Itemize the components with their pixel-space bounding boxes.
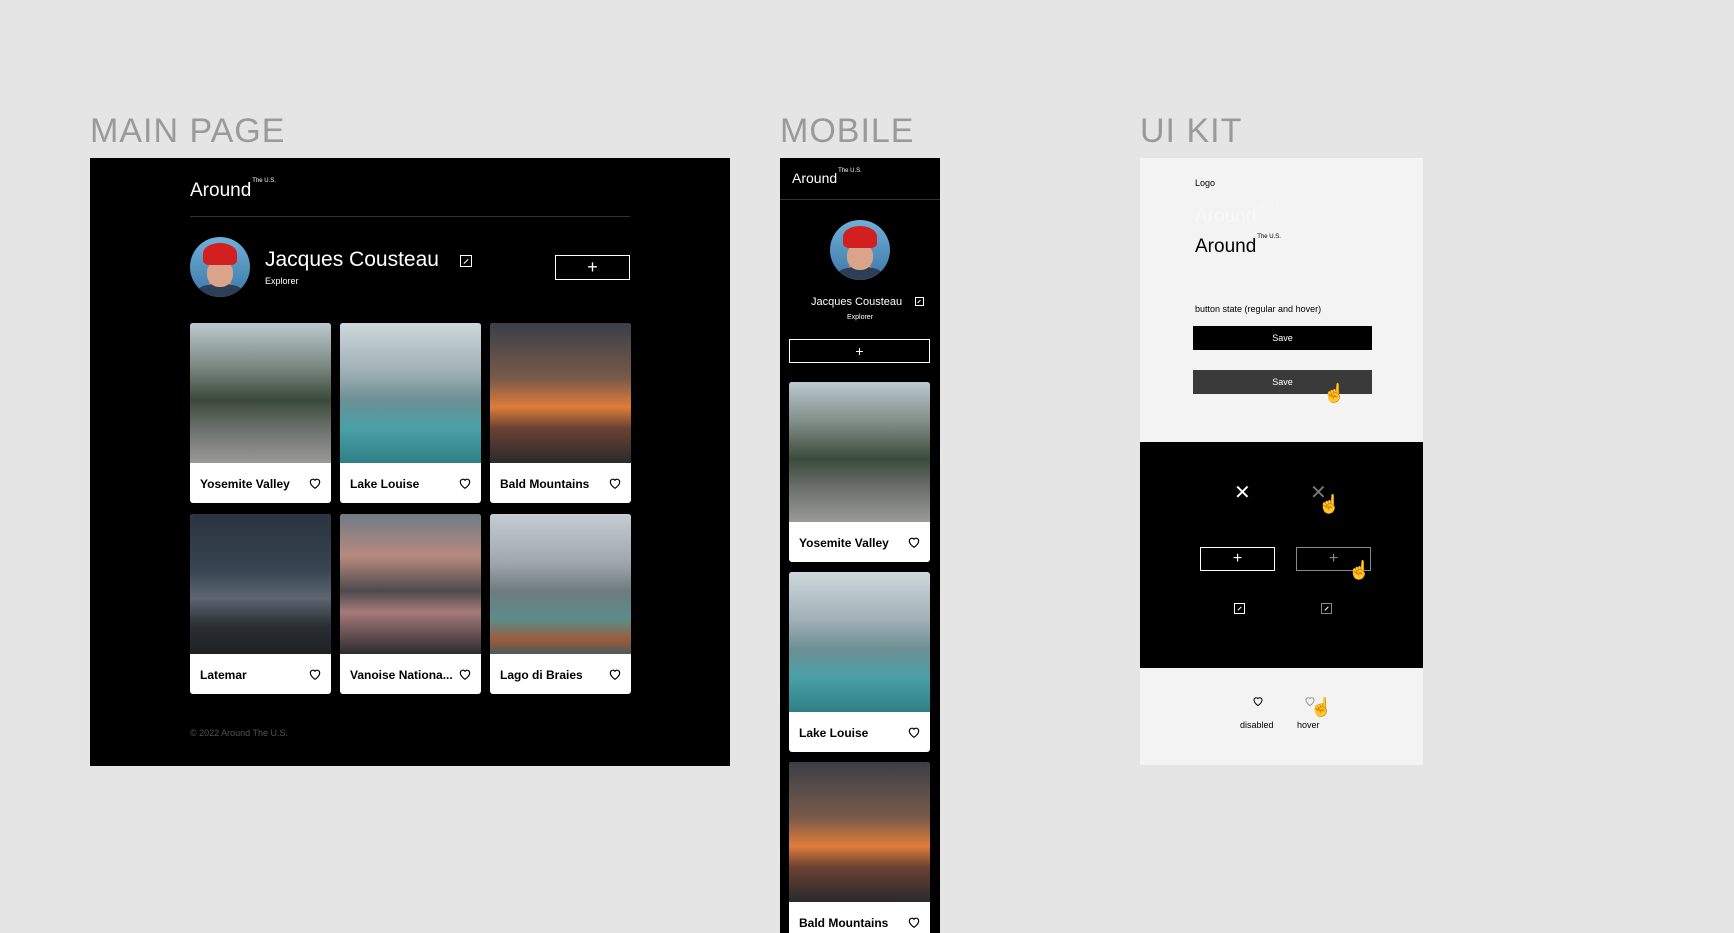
card-vanoise[interactable]: Vanoise Nationa...: [340, 514, 481, 694]
like-heart-icon[interactable]: [907, 725, 921, 739]
save-button[interactable]: Save: [1193, 326, 1372, 350]
card-yosemite[interactable]: Yosemite Valley: [190, 323, 331, 503]
card-lake-louise[interactable]: Lake Louise: [340, 323, 481, 503]
card-title: Yosemite Valley: [799, 536, 889, 550]
uikit-frame: Logo AroundThe U.S. AroundThe U.S. butto…: [1140, 158, 1423, 765]
hand-cursor-icon: ☝: [1318, 494, 1341, 514]
add-button[interactable]: +: [1200, 547, 1275, 571]
button-state-label: button state (regular and hover): [1195, 304, 1322, 314]
card-bald-mountains[interactable]: Bald Mountains: [789, 762, 930, 933]
card-image[interactable]: [789, 382, 930, 522]
heart-disabled-label: disabled: [1240, 720, 1274, 730]
card-image[interactable]: [789, 762, 930, 902]
card-title: Yosemite Valley: [200, 477, 290, 491]
profile-name: Jacques Cousteau: [811, 296, 903, 308]
avatar[interactable]: [190, 237, 250, 297]
profile-role: Explorer: [265, 276, 299, 286]
card-yosemite[interactable]: Yosemite Valley: [789, 382, 930, 562]
close-icon[interactable]: ✕: [1234, 480, 1251, 505]
heart-icon[interactable]: [1252, 695, 1264, 707]
card-bald-mountains[interactable]: Bald Mountains: [490, 323, 631, 503]
logo-label: Logo: [1195, 178, 1216, 188]
card-lago-di-braies[interactable]: Lago di Braies: [490, 514, 631, 694]
add-place-button[interactable]: +: [555, 255, 630, 280]
card-title: Vanoise Nationa...: [350, 668, 453, 682]
like-heart-icon[interactable]: [458, 667, 472, 681]
brand-logo-white: AroundThe U.S.: [1195, 204, 1281, 227]
edit-profile-icon[interactable]: [915, 297, 924, 306]
like-heart-icon[interactable]: [458, 476, 472, 490]
profile-name: Jacques Cousteau: [265, 248, 439, 271]
edit-icon[interactable]: [1234, 603, 1245, 614]
card-image[interactable]: [490, 514, 631, 654]
card-image[interactable]: [340, 323, 481, 463]
add-place-button[interactable]: +: [789, 339, 930, 363]
like-heart-icon[interactable]: [907, 535, 921, 549]
like-heart-icon[interactable]: [308, 476, 322, 490]
card-latemar[interactable]: Latemar: [190, 514, 331, 694]
hand-cursor-icon: ☝: [1348, 560, 1371, 580]
uikit-label: UI KIT: [1140, 112, 1243, 150]
card-image[interactable]: [789, 572, 930, 712]
mobile-frame: AroundThe U.S. Jacques Cousteau Explorer…: [780, 158, 940, 933]
like-heart-icon[interactable]: [907, 915, 921, 929]
footer-copyright: © 2022 Around The U.S.: [190, 728, 289, 738]
edit-icon-hover[interactable]: [1321, 603, 1332, 614]
header-divider: [780, 199, 940, 200]
edit-profile-icon[interactable]: [460, 255, 472, 267]
card-image[interactable]: [190, 323, 331, 463]
main-page-label: MAIN PAGE: [90, 112, 286, 150]
card-title: Lake Louise: [799, 726, 869, 740]
hand-cursor-icon: ☝: [1323, 383, 1346, 403]
card-image[interactable]: [490, 323, 631, 463]
heart-hover-label: hover: [1297, 720, 1320, 730]
card-title: Lago di Braies: [500, 668, 583, 682]
like-heart-icon[interactable]: [608, 476, 622, 490]
avatar[interactable]: [830, 220, 890, 280]
header-divider: [190, 216, 630, 217]
card-title: Bald Mountains: [799, 916, 889, 930]
brand-logo[interactable]: AroundThe U.S.: [190, 178, 276, 202]
hand-cursor-icon: ☝: [1310, 697, 1333, 717]
brand-logo-black: AroundThe U.S.: [1195, 234, 1281, 257]
card-image[interactable]: [340, 514, 481, 654]
card-image[interactable]: [190, 514, 331, 654]
profile-role: Explorer: [846, 314, 874, 321]
card-title: Lake Louise: [350, 477, 420, 491]
mobile-label: MOBILE: [780, 112, 915, 150]
like-heart-icon[interactable]: [308, 667, 322, 681]
main-page-frame: AroundThe U.S. Jacques Cousteau Explorer…: [90, 158, 730, 766]
brand-logo[interactable]: AroundThe U.S.: [792, 168, 862, 186]
card-title: Bald Mountains: [500, 477, 590, 491]
card-title: Latemar: [200, 668, 247, 682]
card-lake-louise[interactable]: Lake Louise: [789, 572, 930, 752]
like-heart-icon[interactable]: [608, 667, 622, 681]
dark-controls-panel: ✕ ✕ ☝ + + ☝: [1140, 442, 1423, 668]
